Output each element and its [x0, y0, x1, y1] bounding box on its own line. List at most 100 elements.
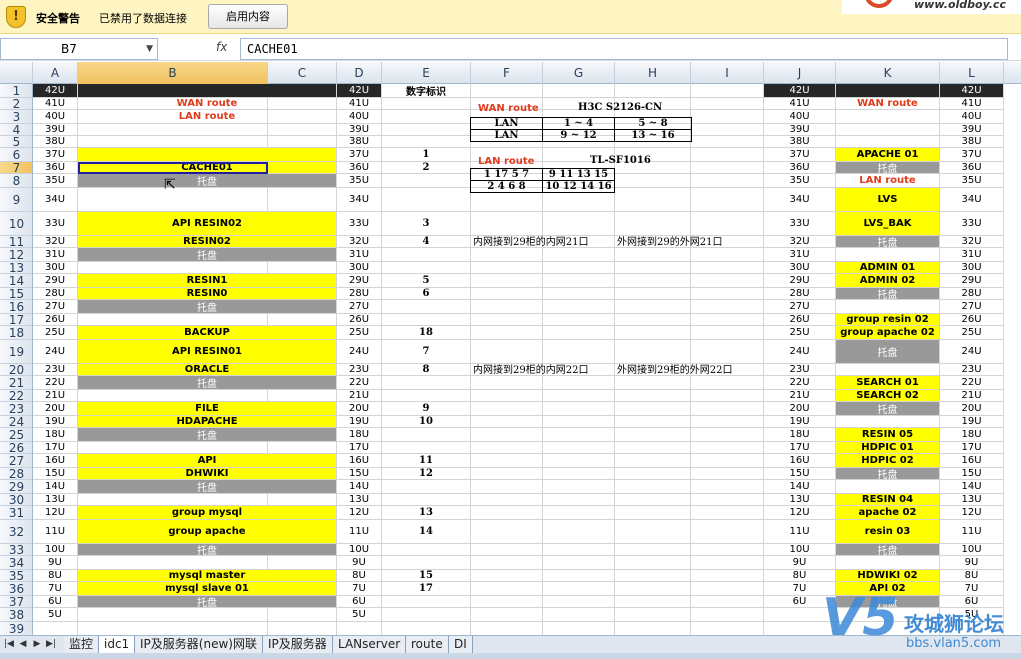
grid-cell[interactable] — [615, 442, 691, 454]
grid-cell[interactable] — [471, 520, 543, 544]
row-header-6[interactable]: 6 — [0, 148, 32, 162]
row-header-39[interactable]: 39 — [0, 622, 32, 635]
rack-b-device[interactable]: RESIN0 — [78, 288, 337, 300]
grid-cell[interactable] — [764, 622, 836, 635]
rack-b-device[interactable]: 托盘 — [78, 544, 337, 556]
rack-b-device[interactable]: HDAPACHE — [78, 416, 337, 428]
rack-b-device[interactable]: WAN route — [78, 98, 337, 110]
grid-cell[interactable] — [268, 556, 337, 570]
row-header-32[interactable]: 32 — [0, 520, 32, 544]
rack-b-device[interactable]: mysql master — [78, 570, 337, 582]
row-header-18[interactable]: 18 — [0, 326, 32, 340]
grid-cell[interactable] — [471, 326, 543, 340]
grid-cell[interactable] — [543, 248, 615, 262]
grid-cell[interactable] — [382, 188, 471, 212]
rack-b-device[interactable]: group mysql — [78, 506, 337, 520]
grid-cell[interactable] — [471, 454, 543, 468]
unit-label[interactable]: 29U — [337, 274, 382, 288]
unit-label[interactable]: 31U — [764, 248, 836, 262]
unit-label[interactable]: 38U — [337, 136, 382, 148]
grid-cell[interactable] — [471, 622, 543, 635]
unit-label[interactable]: 27U — [33, 300, 78, 314]
grid-cell[interactable] — [543, 428, 615, 442]
grid-cell[interactable] — [691, 454, 764, 468]
unit-label[interactable]: 35U — [940, 174, 1004, 188]
grid-cell[interactable] — [615, 274, 691, 288]
grid-cell[interactable] — [691, 314, 764, 326]
grid-cell[interactable] — [615, 262, 691, 274]
grid-cell[interactable] — [78, 494, 268, 506]
unit-label[interactable]: 30U — [940, 262, 1004, 274]
grid-cell[interactable] — [615, 416, 691, 428]
rack-k-device[interactable]: group resin 02 — [836, 314, 940, 326]
row-header-22[interactable]: 22 — [0, 390, 32, 402]
grid-cell[interactable] — [471, 570, 543, 582]
unit-label[interactable]: 13U — [940, 494, 1004, 506]
row-header-24[interactable]: 24 — [0, 416, 32, 428]
unit-label[interactable]: 36U — [940, 162, 1004, 174]
sheet-tab[interactable]: IP及服务器 — [263, 636, 333, 654]
row-header-7[interactable]: 7 — [0, 162, 32, 174]
grid-cell[interactable] — [615, 300, 691, 314]
unit-label[interactable]: 8U — [764, 570, 836, 582]
unit-label[interactable]: 10U — [940, 544, 1004, 556]
unit-label[interactable]: 17U — [33, 442, 78, 454]
unit-label[interactable]: 18U — [33, 428, 78, 442]
column-header-e[interactable]: E — [382, 62, 471, 84]
column-header-a[interactable]: A — [33, 62, 78, 84]
grid-cell[interactable] — [615, 428, 691, 442]
sheet-tab[interactable]: route — [406, 636, 449, 654]
rack-b-device[interactable]: 托盘 — [78, 300, 337, 314]
unit-label[interactable]: 23U — [337, 364, 382, 376]
grid-cell[interactable] — [543, 608, 615, 622]
grid-cell[interactable] — [382, 174, 471, 188]
grid-cell[interactable] — [78, 136, 268, 148]
row-header-21[interactable]: 21 — [0, 376, 32, 390]
worksheet-grid[interactable]: 42U 41U 40U 39U 38U 37U 36U 35U 34U 33U 32U 31U 30U 2… — [33, 84, 1021, 635]
formula-input[interactable]: CACHE01 — [240, 38, 1008, 60]
unit-label[interactable]: 40U — [764, 110, 836, 124]
grid-cell[interactable] — [543, 376, 615, 390]
rack-k-device[interactable]: LVS_BAK — [836, 212, 940, 236]
unit-label[interactable]: 32U — [764, 236, 836, 248]
rack-k-device[interactable]: HDPIC 02 — [836, 454, 940, 468]
grid-cell[interactable] — [543, 402, 615, 416]
grid-cell[interactable] — [543, 570, 615, 582]
grid-cell[interactable] — [691, 326, 764, 340]
number-id[interactable]: 9 — [382, 402, 471, 416]
grid-cell[interactable] — [382, 596, 471, 608]
grid-cell[interactable] — [268, 136, 337, 148]
row-header-29[interactable]: 29 — [0, 480, 32, 494]
unit-label[interactable]: 40U — [940, 110, 1004, 124]
grid-cell[interactable] — [615, 506, 691, 520]
unit-label[interactable]: 39U — [337, 124, 382, 136]
unit-label[interactable]: 16U — [764, 454, 836, 468]
column-header-g[interactable]: G — [543, 62, 615, 84]
unit-label[interactable]: 22U — [33, 376, 78, 390]
grid-cell[interactable] — [615, 596, 691, 608]
unit-label[interactable]: 35U — [337, 174, 382, 188]
grid-cell[interactable] — [543, 494, 615, 506]
grid-cell[interactable] — [382, 248, 471, 262]
rack-header[interactable] — [78, 84, 337, 98]
unit-label[interactable]: 20U — [337, 402, 382, 416]
rack-b-device[interactable]: 托盘 — [78, 480, 337, 494]
grid-cell[interactable] — [471, 274, 543, 288]
grid-cell[interactable] — [337, 622, 382, 635]
grid-cell[interactable] — [471, 582, 543, 596]
rack-b-device[interactable]: FILE — [78, 402, 337, 416]
grid-cell[interactable] — [471, 544, 543, 556]
row-header-19[interactable]: 19 — [0, 340, 32, 364]
unit-label[interactable]: 10U — [764, 544, 836, 556]
unit-label[interactable]: 37U — [764, 148, 836, 162]
grid-cell[interactable] — [471, 416, 543, 428]
row-header-34[interactable]: 34 — [0, 556, 32, 570]
grid-cell[interactable] — [691, 390, 764, 402]
rack-k-device[interactable]: RESIN 04 — [836, 494, 940, 506]
number-id[interactable]: 4 — [382, 236, 471, 248]
grid-cell[interactable] — [691, 608, 764, 622]
enable-content-button[interactable]: 启用内容 — [208, 4, 288, 29]
unit-label[interactable]: 9U — [33, 556, 78, 570]
grid-cell[interactable] — [268, 608, 337, 622]
row-header-12[interactable]: 12 — [0, 248, 32, 262]
